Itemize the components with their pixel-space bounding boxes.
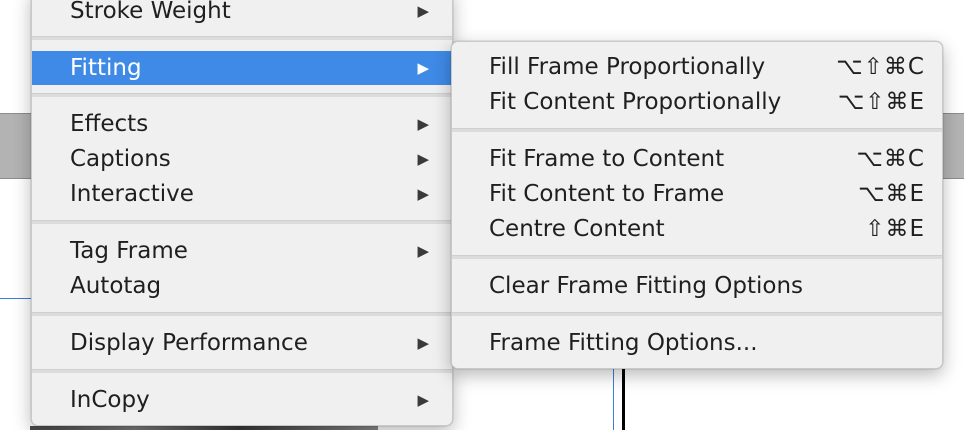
menu-separator xyxy=(452,128,942,132)
menu-separator xyxy=(32,36,452,40)
menu-separator xyxy=(452,255,942,259)
keyboard-shortcut: ⌥⌘E xyxy=(857,181,925,207)
keyboard-shortcut: ⇧⌘E xyxy=(865,216,925,242)
submenu-arrow-icon: ▶ xyxy=(417,391,429,409)
menu-item-stroke-weight[interactable]: Stroke Weight ▶ xyxy=(32,0,452,28)
menu-item-captions[interactable]: Captions ▶ xyxy=(32,142,452,176)
menu-item-label: InCopy xyxy=(70,387,150,413)
menu-item-label: Captions xyxy=(70,146,171,172)
menu-item-fill-frame-proportionally[interactable]: Fill Frame Proportionally ⌥⇧⌘C xyxy=(452,50,942,84)
menu-item-label: Fitting xyxy=(70,55,142,81)
submenu-arrow-icon: ▶ xyxy=(417,115,429,133)
menu-item-label: Autotag xyxy=(70,273,162,299)
submenu-arrow-icon: ▶ xyxy=(417,185,429,203)
menu-separator xyxy=(32,369,452,373)
page-edge-line xyxy=(622,368,625,430)
menu-item-fitting[interactable]: Fitting ▶ xyxy=(32,51,452,85)
keyboard-shortcut: ⌥⇧⌘C xyxy=(836,54,925,80)
menu-item-label: Fit Content Proportionally xyxy=(489,89,782,115)
menu-item-frame-fitting-options[interactable]: Frame Fitting Options... xyxy=(452,326,942,360)
menu-item-autotag[interactable]: Autotag xyxy=(32,269,452,303)
menu-separator xyxy=(32,312,452,316)
menu-separator xyxy=(452,312,942,316)
menu-item-label: Clear Frame Fitting Options xyxy=(489,273,804,299)
menu-item-label: Effects xyxy=(70,111,149,137)
submenu-arrow-icon: ▶ xyxy=(417,334,429,352)
menu-item-label: Centre Content xyxy=(489,216,665,242)
menu-item-fit-content-proportionally[interactable]: Fit Content Proportionally ⌥⇧⌘E xyxy=(452,85,942,119)
menu-separator xyxy=(32,93,452,97)
frame-edge-guide-vertical xyxy=(613,360,614,430)
menu-item-fit-content-to-frame[interactable]: Fit Content to Frame ⌥⌘E xyxy=(452,177,942,211)
submenu-arrow-icon: ▶ xyxy=(417,59,429,77)
menu-item-label: Display Performance xyxy=(70,330,308,356)
context-menu: Stroke Weight ▶ Fitting ▶ Effects ▶ Capt… xyxy=(31,0,453,426)
menu-item-interactive[interactable]: Interactive ▶ xyxy=(32,177,452,211)
menu-item-label: Interactive xyxy=(70,181,194,207)
menu-item-clear-frame-fitting-options[interactable]: Clear Frame Fitting Options xyxy=(452,269,942,303)
menu-item-incopy[interactable]: InCopy ▶ xyxy=(32,383,452,417)
fitting-submenu: Fill Frame Proportionally ⌥⇧⌘C Fit Conte… xyxy=(451,41,943,369)
submenu-arrow-icon: ▶ xyxy=(417,2,429,20)
menu-item-display-performance[interactable]: Display Performance ▶ xyxy=(32,326,452,360)
image-frame-edge xyxy=(30,426,378,430)
menu-item-label: Fit Content to Frame xyxy=(489,181,725,207)
menu-item-fit-frame-to-content[interactable]: Fit Frame to Content ⌥⌘C xyxy=(452,142,942,176)
menu-item-tag-frame[interactable]: Tag Frame ▶ xyxy=(32,234,452,268)
keyboard-shortcut: ⌥⌘C xyxy=(856,146,925,172)
menu-item-centre-content[interactable]: Centre Content ⇧⌘E xyxy=(452,212,942,246)
menu-item-label: Fit Frame to Content xyxy=(489,146,725,172)
menu-separator xyxy=(32,220,452,224)
menu-item-label: Frame Fitting Options... xyxy=(489,330,758,356)
menu-item-label: Stroke Weight xyxy=(70,0,231,24)
keyboard-shortcut: ⌥⇧⌘E xyxy=(837,89,925,115)
submenu-arrow-icon: ▶ xyxy=(417,150,429,168)
menu-item-label: Fill Frame Proportionally xyxy=(489,54,766,80)
menu-item-label: Tag Frame xyxy=(70,238,188,264)
submenu-arrow-icon: ▶ xyxy=(417,242,429,260)
menu-item-effects[interactable]: Effects ▶ xyxy=(32,107,452,141)
